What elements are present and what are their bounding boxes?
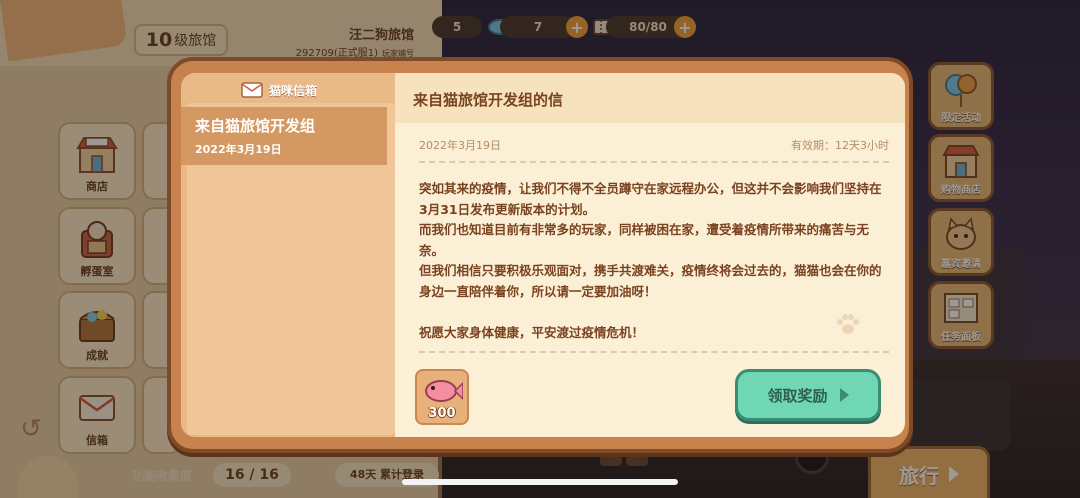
dashed-divider: [419, 351, 889, 353]
envelope-icon: [241, 82, 263, 98]
letter-body-text: 突如其来的疫情，让我们不得不全员蹲守在家远程办公，但这并不会影响我们坚持在3月3…: [419, 181, 882, 340]
letter-expiry: 有效期：12天3小时: [791, 139, 889, 152]
mail-list-item[interactable]: 来自猫旅馆开发组 2022年3月19日: [181, 107, 387, 165]
reward-item[interactable]: 300: [415, 369, 469, 425]
mail-item-title: 来自猫旅馆开发组: [195, 117, 316, 135]
claim-reward-label: 领取奖励: [767, 386, 828, 405]
letter-meta: 2022年3月19日 有效期：12天3小时: [419, 137, 889, 161]
mailbox-header: 猫咪信箱: [241, 79, 317, 101]
letter-date: 2022年3月19日: [419, 139, 501, 152]
claim-reward-button[interactable]: 领取奖励: [735, 369, 881, 421]
play-arrow-icon: [839, 388, 849, 402]
letter-body[interactable]: 突如其来的疫情，让我们不得不全员蹲守在家远程办公，但这并不会影响我们坚持在3月3…: [419, 179, 889, 349]
paw-icon: [837, 314, 859, 334]
mailbox-dialog: 猫咪信箱 来自猫旅馆开发组 2022年3月19日 来自猫旅馆开发组的信 2022…: [167, 57, 913, 453]
fish-icon: [425, 380, 463, 402]
reward-quantity: 300: [428, 406, 456, 421]
dashed-divider: [419, 161, 889, 163]
letter-title: 来自猫旅馆开发组的信: [395, 73, 905, 123]
home-indicator[interactable]: [402, 479, 678, 485]
mailbox-title: 猫咪信箱: [269, 83, 318, 98]
letter-panel: 来自猫旅馆开发组的信 2022年3月19日 有效期：12天3小时 突如其来的疫情…: [395, 73, 905, 437]
mail-item-date: 2022年3月19日: [195, 143, 282, 156]
